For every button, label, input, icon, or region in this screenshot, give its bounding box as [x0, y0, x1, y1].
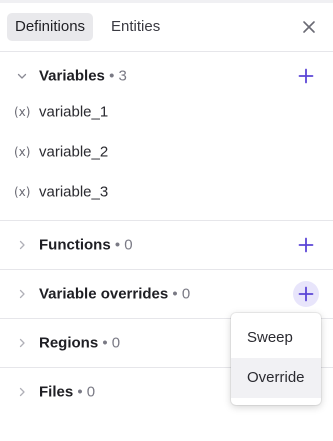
- section-count: 0: [181, 285, 191, 303]
- variable-name: variable_3: [39, 183, 109, 201]
- section-separator: •: [114, 236, 121, 254]
- section-count: 3: [118, 67, 127, 85]
- add-function-button[interactable]: [293, 232, 319, 258]
- section-variables-title: Variables: [39, 67, 105, 85]
- list-item[interactable]: (x) variable_2: [0, 132, 333, 172]
- chevron-right-icon[interactable]: [17, 387, 27, 397]
- section-count: 0: [86, 383, 96, 401]
- section-separator: •: [109, 67, 115, 85]
- section-files-title: Files: [39, 383, 74, 401]
- section-separator: •: [172, 285, 178, 303]
- section-title: Variables • 3: [39, 68, 127, 85]
- variable-icon: (x): [14, 105, 31, 119]
- chevron-down-icon[interactable]: [17, 71, 27, 81]
- close-icon[interactable]: [302, 20, 316, 34]
- variable-icon: (x): [14, 145, 31, 159]
- section-title: Files • 0: [39, 384, 95, 401]
- section-variable-overrides-header[interactable]: Variable overrides • 0: [0, 270, 333, 319]
- chevron-right-icon[interactable]: [17, 289, 27, 299]
- section-count: 0: [124, 236, 133, 254]
- section-functions-header[interactable]: Functions • 0: [0, 221, 333, 270]
- chevron-right-icon[interactable]: [17, 240, 27, 250]
- plus-icon: [298, 286, 314, 302]
- section-functions-title: Functions: [39, 236, 111, 254]
- section-separator: •: [102, 334, 108, 352]
- section-regions-title: Regions: [39, 334, 99, 352]
- panel-header: Definitions Entities: [0, 3, 333, 52]
- section-variable-overrides-title: Variable overrides: [39, 285, 169, 303]
- add-variable-button[interactable]: [293, 63, 319, 89]
- add-override-dropdown-menu: Sweep Override: [231, 313, 321, 405]
- add-variable-override-button[interactable]: [293, 281, 319, 307]
- section-separator: •: [77, 383, 83, 401]
- tab-definitions[interactable]: Definitions: [7, 13, 94, 41]
- variable-name: variable_1: [39, 103, 109, 121]
- section-count: 0: [111, 334, 121, 352]
- chevron-right-icon[interactable]: [17, 338, 27, 348]
- menu-item-override[interactable]: Override: [231, 358, 321, 398]
- plus-icon: [298, 237, 314, 253]
- list-item[interactable]: (x) variable_3: [0, 172, 333, 212]
- list-item[interactable]: (x) variable_1: [0, 92, 333, 132]
- tab-entities[interactable]: Entities: [103, 13, 168, 41]
- section-title: Functions • 0: [39, 237, 133, 254]
- section-title: Regions • 0: [39, 335, 120, 352]
- menu-item-sweep[interactable]: Sweep: [231, 318, 321, 358]
- variable-icon: (x): [14, 185, 31, 199]
- variable-name: variable_2: [39, 143, 109, 161]
- plus-icon: [298, 68, 314, 84]
- section-title: Variable overrides • 0: [39, 286, 190, 303]
